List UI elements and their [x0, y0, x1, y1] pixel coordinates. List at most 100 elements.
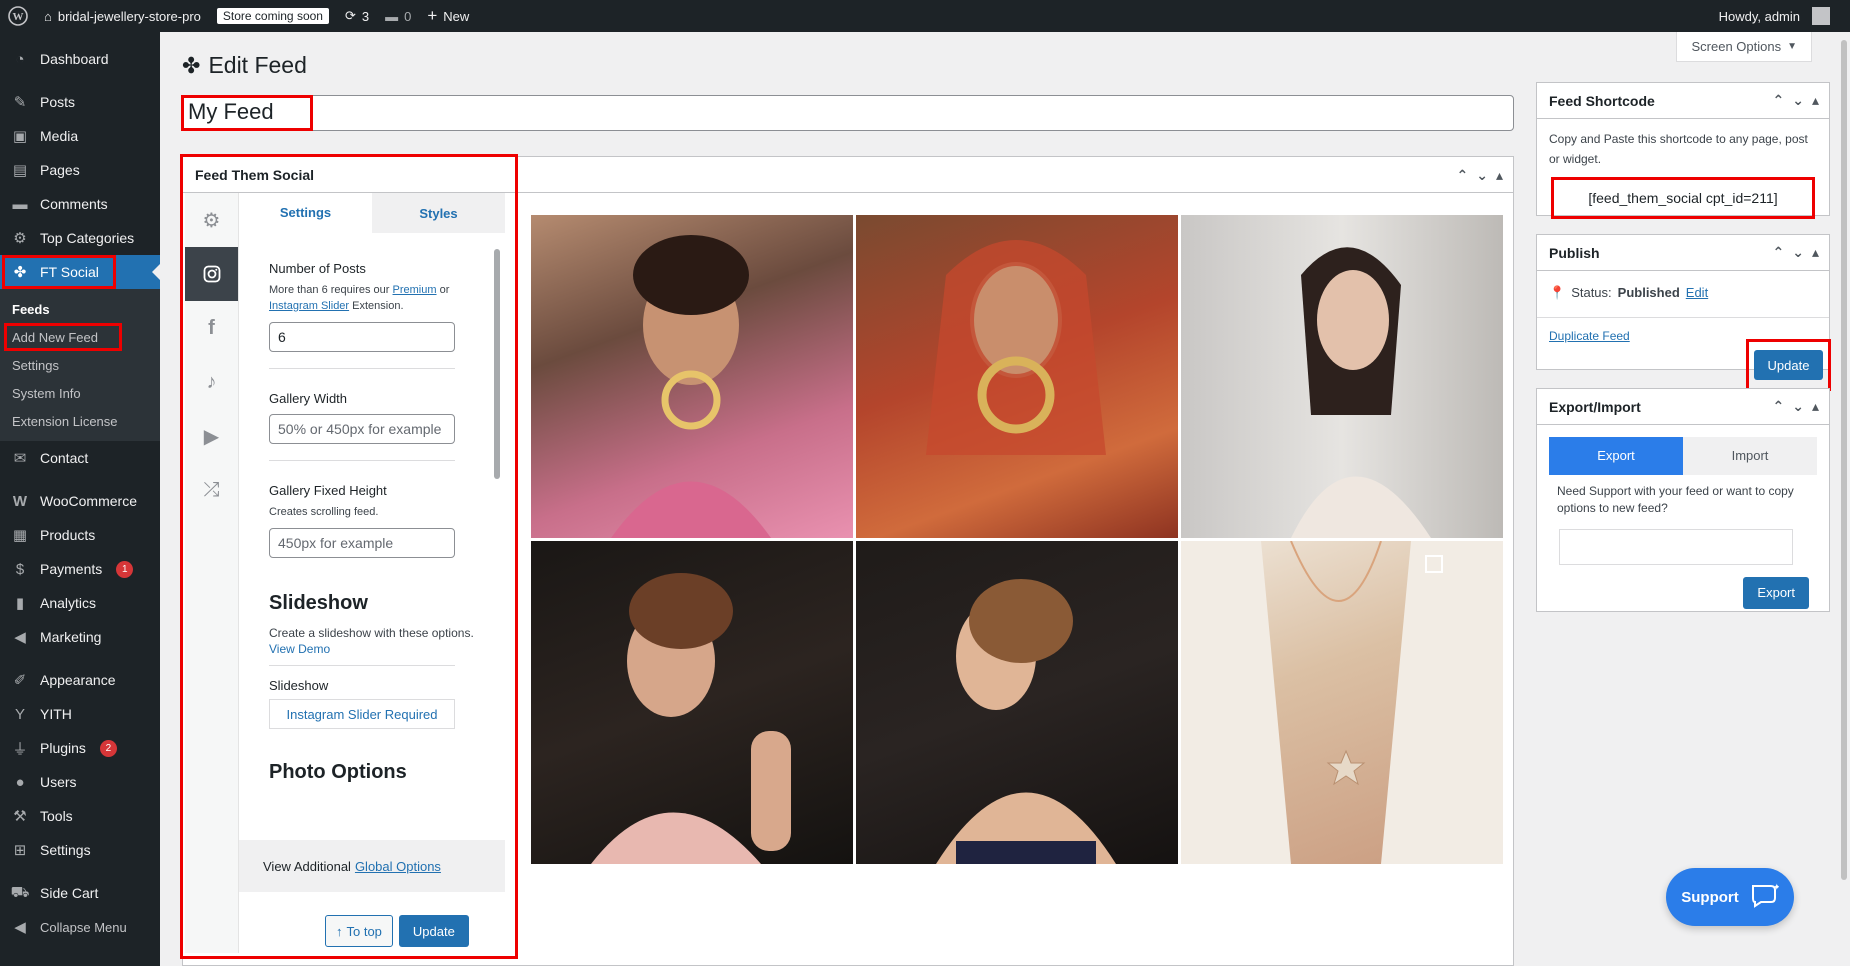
menu-comments[interactable]: ▬ Comments	[0, 187, 160, 221]
highlight-box: Update	[1746, 339, 1831, 391]
toggle-panel-icon[interactable]: ▴	[1812, 398, 1819, 415]
site-name-link[interactable]: ⌂ bridal-jewellery-store-pro	[36, 0, 209, 32]
move-down-icon[interactable]: ⌄	[1792, 398, 1804, 415]
cart-icon: ⛟	[10, 883, 30, 901]
tiktok-icon[interactable]: ♪	[185, 355, 238, 409]
arrow-up-icon: ↑	[336, 923, 343, 939]
tab-styles[interactable]: Styles	[372, 193, 505, 233]
settings-gear-icon[interactable]: ⚙	[185, 193, 238, 247]
pin-icon: 📍	[1549, 285, 1566, 300]
submenu-settings[interactable]: Settings	[0, 351, 160, 379]
tab-settings[interactable]: Settings	[239, 193, 372, 233]
menu-plugins[interactable]: ⏚ Plugins 2	[0, 731, 160, 765]
settings-scrollbar[interactable]	[493, 239, 501, 839]
global-options-link[interactable]: Global Options	[355, 859, 441, 874]
box-title: Feed Shortcode	[1549, 92, 1655, 109]
menu-analytics[interactable]: ▮ Analytics	[0, 586, 160, 620]
page-scrollbar[interactable]	[1838, 32, 1850, 966]
move-down-icon[interactable]: ⌄	[1792, 92, 1804, 109]
menu-woocommerce[interactable]: W WooCommerce	[0, 484, 160, 518]
menu-pages[interactable]: ▤ Pages	[0, 153, 160, 187]
menu-payments[interactable]: $ Payments 1	[0, 552, 160, 586]
gallery-photo[interactable]	[531, 541, 853, 864]
gallery-width-input[interactable]: 50% or 450px for example	[269, 414, 455, 444]
move-up-icon[interactable]: ⌃	[1773, 244, 1785, 261]
menu-products[interactable]: ▦ Products	[0, 518, 160, 552]
update-button[interactable]: Update	[398, 915, 469, 947]
menu-marketing[interactable]: ◀ Marketing	[0, 620, 160, 654]
menu-posts[interactable]: ✎ Posts	[0, 85, 160, 119]
menu-label: Top Categories	[40, 230, 135, 246]
tab-import[interactable]: Import	[1683, 437, 1817, 475]
ft-social-icon: ✤	[182, 52, 201, 78]
plugin-icon: ⏚	[12, 740, 28, 758]
menu-appearance[interactable]: ✐ Appearance	[0, 663, 160, 697]
move-down-icon[interactable]: ⌄	[1792, 244, 1804, 261]
updates-count: 3	[361, 8, 370, 24]
instagram-icon[interactable]	[185, 247, 238, 301]
wordpress-logo-icon[interactable]: W	[0, 0, 36, 32]
submenu-feeds[interactable]: Feeds	[0, 295, 160, 323]
menu-yith[interactable]: Y YITH	[0, 697, 160, 731]
user-icon: ●	[15, 773, 25, 791]
submenu-extension-license[interactable]: Extension License	[0, 407, 160, 435]
number-of-posts-input[interactable]: 6	[269, 322, 455, 352]
slideshow-label: Slideshow	[269, 678, 329, 693]
youtube-icon[interactable]: ▶	[185, 409, 238, 463]
screen-options-button[interactable]: Screen Options ▼	[1676, 32, 1812, 62]
facebook-icon[interactable]: f	[185, 301, 238, 355]
settings-scroll-area[interactable]: Number of Posts More than 6 requires our…	[239, 233, 505, 840]
shortcode-field[interactable]: [feed_them_social cpt_id=211]	[1551, 177, 1815, 219]
menu-label: Posts	[40, 94, 76, 110]
menu-settings[interactable]: ⊞ Settings	[0, 833, 160, 867]
publish-update-button[interactable]: Update	[1753, 350, 1824, 380]
toggle-panel-icon[interactable]: ▴	[1812, 92, 1819, 109]
to-top-button[interactable]: ↑ To top	[325, 915, 393, 947]
menu-media[interactable]: ▣ Media	[0, 119, 160, 153]
move-up-icon[interactable]: ⌃	[1773, 92, 1785, 109]
move-down-icon[interactable]: ⌄	[1476, 167, 1488, 184]
updates-link[interactable]: ⟳ 3	[337, 0, 377, 32]
support-button[interactable]: Support ✦	[1666, 868, 1794, 926]
move-up-icon[interactable]: ⌃	[1773, 398, 1785, 415]
new-content-link[interactable]: + New	[419, 0, 477, 32]
menu-users[interactable]: ● Users	[0, 765, 160, 799]
account-menu[interactable]: Howdy, admin	[1711, 0, 1850, 32]
menu-dashboard[interactable]: ◔ Dashboard	[0, 42, 160, 76]
feed-title-input[interactable]: My Feed	[181, 95, 1514, 131]
submenu-system-info[interactable]: System Info	[0, 379, 160, 407]
menu-top-categories[interactable]: ⚙ Top Categories	[0, 221, 160, 255]
admin-bar: W ⌂ bridal-jewellery-store-pro Store com…	[0, 0, 1850, 32]
tab-export[interactable]: Export	[1549, 437, 1683, 475]
view-demo-link[interactable]: View Demo	[269, 642, 330, 656]
gallery-photo[interactable]	[531, 215, 853, 538]
move-up-icon[interactable]: ⌃	[1457, 167, 1469, 184]
gallery-photo[interactable]	[1181, 215, 1503, 538]
instagram-slider-link[interactable]: Instagram Slider	[269, 300, 349, 312]
menu-side-cart[interactable]: ⛟ Side Cart	[0, 876, 160, 910]
store-status-badge[interactable]: Store coming soon	[209, 0, 337, 32]
edit-status-link[interactable]: Edit	[1686, 283, 1708, 303]
collapse-menu-button[interactable]: ◀ Collapse Menu	[0, 910, 160, 944]
gallery-photo[interactable]	[856, 215, 1178, 538]
comments-link[interactable]: ▬ 0	[377, 0, 419, 32]
duplicate-feed-link[interactable]: Duplicate Feed	[1549, 329, 1630, 343]
gallery-photo[interactable]	[856, 541, 1178, 864]
export-textarea[interactable]	[1559, 529, 1793, 565]
premium-link[interactable]: Premium	[393, 284, 437, 296]
gear-icon: ⚙	[13, 230, 27, 247]
menu-tools[interactable]: ⚒ Tools	[0, 799, 160, 833]
toggle-panel-icon[interactable]: ▴	[1812, 244, 1819, 261]
combined-streams-icon[interactable]: ⤮	[185, 463, 238, 517]
submenu-add-new-feed[interactable]: Add New Feed	[0, 323, 160, 351]
menu-ft-social[interactable]: ✤ FT Social	[0, 255, 160, 289]
settings-icon: ⊞	[13, 842, 27, 859]
menu-contact[interactable]: ✉ Contact	[0, 441, 160, 475]
gallery-height-input[interactable]: 450px for example	[269, 528, 455, 558]
toggle-panel-icon[interactable]: ▴	[1496, 167, 1503, 184]
instagram-slider-required-button[interactable]: Instagram Slider Required	[269, 699, 455, 729]
gallery-photo[interactable]	[1181, 541, 1503, 864]
updates-icon: ⟳	[344, 8, 356, 23]
export-button[interactable]: Export	[1743, 577, 1809, 609]
help-text: More than 6 requires our	[269, 284, 390, 296]
